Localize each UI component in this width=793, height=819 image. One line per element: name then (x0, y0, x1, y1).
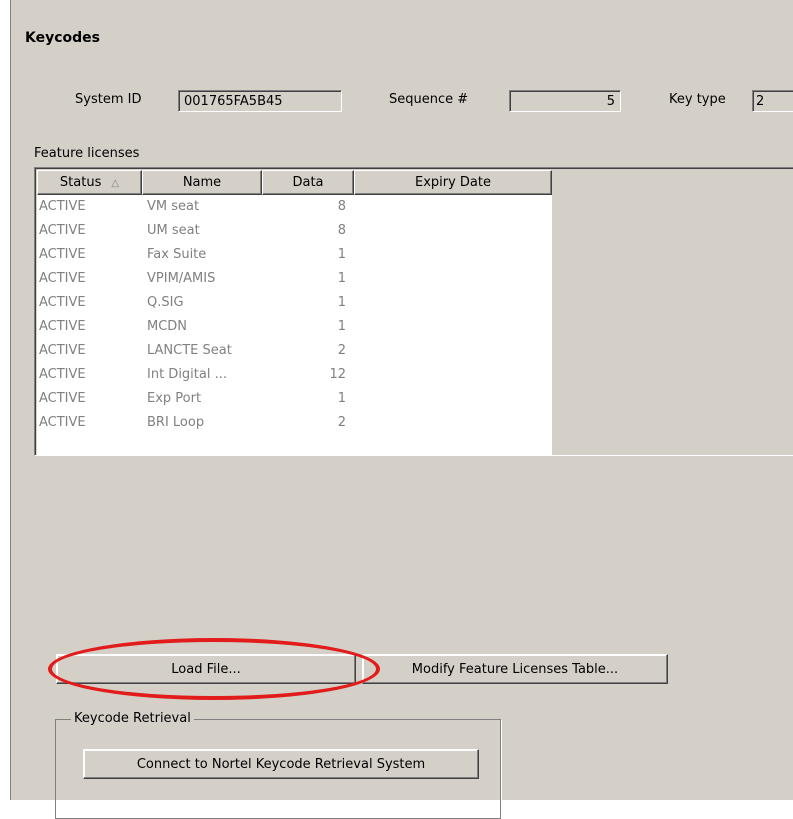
table-row[interactable]: ACTIVE VPIM/AMIS 1 (37, 267, 552, 291)
cell-data: 2 (337, 343, 346, 358)
cell-name: Q.SIG (147, 295, 184, 310)
cell-data: 1 (337, 247, 346, 262)
column-header-name[interactable]: Name (142, 170, 262, 195)
keycode-retrieval-label: Keycode Retrieval (71, 711, 194, 726)
cell-name: Int Digital ... (147, 367, 227, 382)
table-row[interactable]: ACTIVE Fax Suite 1 (37, 243, 552, 267)
cell-expiry (354, 291, 552, 315)
cell-expiry (354, 267, 552, 291)
load-file-button[interactable]: Load File... (56, 654, 356, 684)
column-header-data[interactable]: Data (262, 170, 354, 195)
cell-status: ACTIVE (39, 271, 86, 286)
table-row[interactable]: ACTIVE UM seat 8 (37, 219, 552, 243)
cell-status: ACTIVE (39, 295, 86, 310)
table-row[interactable]: ACTIVE Int Digital ... 12 (37, 363, 552, 387)
cell-data: 8 (337, 223, 346, 238)
system-id-label: System ID (75, 92, 142, 107)
cell-expiry (354, 315, 552, 339)
key-type-field[interactable]: 2 (752, 90, 793, 112)
table-row[interactable]: ACTIVE VM seat 8 (37, 195, 552, 219)
cell-name: LANCTE Seat (147, 343, 232, 358)
cell-status: ACTIVE (39, 247, 86, 262)
cell-status: ACTIVE (39, 319, 86, 334)
table-row[interactable]: ACTIVE Q.SIG 1 (37, 291, 552, 315)
table-row[interactable]: ACTIVE LANCTE Seat 2 (37, 339, 552, 363)
cell-name: VM seat (147, 199, 200, 214)
cell-expiry (354, 363, 552, 387)
cell-expiry (354, 195, 552, 219)
feature-licenses-label: Feature licenses (34, 146, 140, 161)
column-header-expiry-date[interactable]: Expiry Date (354, 170, 552, 195)
modify-feature-licenses-table-button[interactable]: Modify Feature Licenses Table... (362, 654, 668, 684)
cell-data: 2 (337, 415, 346, 430)
table-row[interactable]: ACTIVE BRI Loop 2 (37, 411, 552, 435)
table-row[interactable]: ACTIVE MCDN 1 (37, 315, 552, 339)
table-row[interactable]: ACTIVE Exp Port 1 (37, 387, 552, 411)
cell-data: 1 (337, 319, 346, 334)
cell-data: 1 (337, 295, 346, 310)
cell-status: ACTIVE (39, 223, 86, 238)
table-header: Status △ Name Data Expiry Date (37, 170, 552, 195)
cell-name: MCDN (147, 319, 188, 334)
cell-data: 1 (337, 391, 346, 406)
feature-licenses-table[interactable]: Status △ Name Data Expiry Date ACTIVE VM s… (34, 167, 793, 456)
cell-data: 12 (329, 367, 346, 382)
cell-name: VPIM/AMIS (147, 271, 216, 286)
cell-expiry (354, 219, 552, 243)
sort-up-triangle-icon: △ (111, 178, 120, 189)
cell-data: 1 (337, 271, 346, 286)
cell-name: UM seat (147, 223, 200, 238)
cell-status: ACTIVE (39, 199, 86, 214)
cell-expiry (354, 339, 552, 363)
cell-status: ACTIVE (39, 367, 86, 382)
cell-name: BRI Loop (147, 415, 205, 430)
cell-status: ACTIVE (39, 415, 86, 430)
keycodes-panel: Keycodes System ID 001765FA5B45 Sequence… (10, 0, 793, 819)
cell-expiry (354, 243, 552, 267)
cell-status: ACTIVE (39, 391, 86, 406)
table-body: Status △ Name Data Expiry Date ACTIVE VM s… (37, 170, 552, 455)
sequence-label: Sequence # (389, 92, 469, 107)
cell-name: Exp Port (147, 391, 202, 406)
column-header-label: Status (59, 175, 102, 190)
connect-keycode-retrieval-button[interactable]: Connect to Nortel Keycode Retrieval Syst… (83, 749, 479, 779)
cell-name: Fax Suite (147, 247, 207, 262)
system-id-field[interactable]: 001765FA5B45 (178, 90, 342, 112)
cell-expiry (354, 387, 552, 411)
cell-data: 8 (337, 199, 346, 214)
panel-title: Keycodes (25, 30, 100, 46)
column-header-status[interactable]: Status △ (37, 170, 142, 195)
sequence-field[interactable]: 5 (509, 90, 621, 112)
key-type-label: Key type (669, 92, 726, 107)
cell-status: ACTIVE (39, 343, 86, 358)
cell-expiry (354, 411, 552, 435)
